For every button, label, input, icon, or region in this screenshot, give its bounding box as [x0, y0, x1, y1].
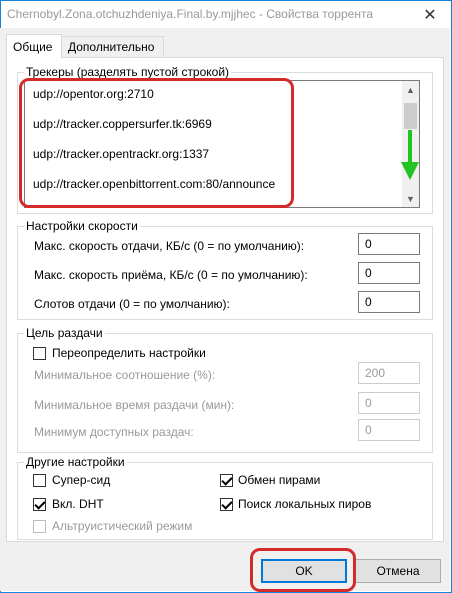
max-upload-label: Макс. скорость отдачи, КБ/с (0 = по умол… — [34, 239, 305, 253]
superseed-label: Супер-сид — [52, 473, 111, 487]
tab-general[interactable]: Общие — [6, 34, 62, 58]
override-settings-label: Переопределить настройки — [52, 346, 206, 360]
pex-label: Обмен пирами — [238, 473, 321, 487]
other-settings-group-label: Другие настройки — [24, 455, 127, 469]
superseed-checkbox[interactable] — [33, 474, 46, 487]
lpd-label: Поиск локальных пиров — [238, 497, 372, 511]
window-title: Chernobyl.Zona.otchuzhdeniya.Final.by.mj… — [7, 7, 373, 21]
trackers-highlight — [19, 78, 294, 208]
ok-highlight — [250, 548, 356, 592]
close-icon[interactable]: ✕ — [415, 3, 445, 27]
min-available-label: Минимум доступных раздач: — [34, 425, 194, 439]
upload-slots-label: Слотов отдачи (0 = по умолчанию): — [34, 297, 230, 311]
trackers-group-label: Трекеры (разделять пустой строкой) — [24, 65, 232, 79]
scroll-thumb[interactable] — [404, 103, 417, 129]
pex-checkbox[interactable] — [220, 474, 233, 487]
max-upload-input[interactable]: 0 — [358, 233, 420, 255]
lpd-checkbox[interactable] — [220, 498, 233, 511]
min-ratio-label: Минимальное соотношение (%): — [34, 368, 216, 382]
min-seed-time-input[interactable]: 0 — [358, 392, 420, 414]
title-bar: Chernobyl.Zona.otchuzhdeniya.Final.by.mj… — [1, 1, 451, 29]
max-download-input[interactable]: 0 — [358, 262, 420, 284]
green-arrow-icon — [401, 130, 419, 180]
min-ratio-input[interactable]: 200 — [358, 362, 420, 384]
dht-checkbox[interactable] — [33, 498, 46, 511]
scroll-up-icon[interactable]: ▲ — [402, 81, 419, 98]
min-seed-time-label: Минимальное время раздачи (мин): — [34, 398, 235, 412]
cancel-button[interactable]: Отмена — [355, 559, 441, 583]
max-download-label: Макс. скорость приёма, КБ/с (0 = по умол… — [34, 268, 308, 282]
override-settings-checkbox[interactable] — [33, 347, 46, 360]
min-available-input[interactable]: 0 — [358, 419, 420, 441]
tab-advanced[interactable]: Дополнительно — [61, 36, 164, 56]
speed-group-label: Настройки скорости — [24, 219, 140, 233]
seeding-group-label: Цель раздачи — [24, 326, 105, 340]
scroll-down-icon[interactable]: ▼ — [402, 190, 419, 207]
altruist-checkbox[interactable] — [33, 520, 46, 533]
altruist-label: Альтруистический режим — [52, 519, 193, 533]
dht-label: Вкл. DHT — [52, 497, 104, 511]
upload-slots-input[interactable]: 0 — [358, 291, 420, 313]
